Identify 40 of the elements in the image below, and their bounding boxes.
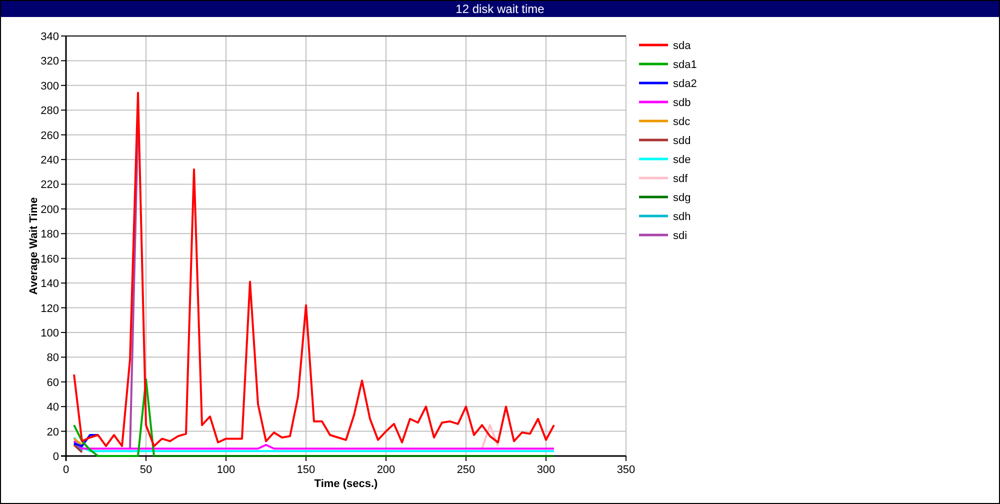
y-tick-label: 200: [40, 204, 59, 216]
x-tick-label: 100: [216, 464, 236, 476]
y-tick-label: 20: [46, 426, 59, 438]
x-tick-label: 300: [536, 464, 556, 476]
legend-label: sdg: [673, 192, 691, 204]
y-tick-label: 40: [46, 402, 59, 414]
y-tick-label: 80: [46, 352, 59, 364]
y-tick-label: 320: [40, 56, 59, 68]
y-axis-title: Average Wait Time: [28, 197, 40, 295]
y-tick-label: 120: [40, 302, 59, 315]
y-tick-label: 220: [40, 179, 59, 192]
y-tick-label: 300: [40, 80, 59, 92]
x-tick-label: 50: [140, 464, 152, 476]
x-tick-label: 350: [616, 464, 636, 476]
legend-label: sdi: [673, 230, 688, 242]
y-tick-label: 240: [40, 154, 59, 167]
y-tick-label: 340: [40, 31, 59, 43]
y-tick-label: 280: [40, 105, 59, 118]
x-tick-label: 200: [376, 464, 396, 476]
legend-label: sde: [673, 154, 691, 166]
y-tick-label: 100: [40, 327, 59, 340]
x-axis-title: Time (secs.): [314, 478, 378, 490]
legend-label: sdd: [673, 135, 691, 147]
y-tick-label: 60: [46, 376, 59, 389]
chart-title: 12 disk wait time: [1, 1, 999, 17]
legend-label: sda: [673, 40, 691, 52]
y-tick-label: 0: [52, 451, 59, 463]
y-tick-label: 180: [40, 228, 59, 241]
legend-label: sda2: [673, 78, 697, 90]
x-tick-label: 250: [456, 464, 476, 476]
legend-label: sda1: [673, 59, 697, 71]
legend-label: sdb: [673, 97, 691, 109]
legend-label: sdh: [673, 211, 691, 223]
legend-label: sdf: [673, 173, 688, 185]
x-tick-label: 150: [296, 464, 316, 476]
y-tick-label: 160: [40, 253, 59, 266]
y-tick-label: 140: [40, 278, 59, 290]
y-tick-label: 260: [40, 130, 59, 142]
legend-label: sdc: [673, 116, 690, 128]
x-tick-label: 0: [62, 464, 70, 476]
